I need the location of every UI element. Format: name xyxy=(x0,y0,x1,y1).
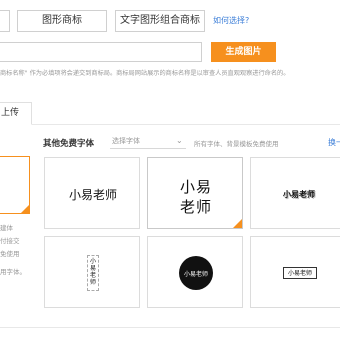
font-card[interactable]: 小易老师 xyxy=(44,157,140,229)
card-text: 小易老师 xyxy=(283,190,315,199)
change-batch-link[interactable]: 换一 xyxy=(328,137,340,148)
graphic-mark-button[interactable]: 图形商标 xyxy=(17,10,107,32)
mark-name-hint: 商标名称" 作为必填项将会递交到商标局。商标局网站展示的商标名称是以审查人员直观… xyxy=(0,70,290,77)
card-text: 小易老师 xyxy=(183,271,208,278)
font-card[interactable]: 小易老师 xyxy=(250,236,340,308)
selected-corner-icon xyxy=(233,219,242,228)
font-card[interactable]: 小易老师 xyxy=(44,236,140,308)
font-card[interactable]: 小易老师 xyxy=(147,236,243,308)
free-fonts-title: 其他免费字体 xyxy=(43,139,95,149)
side-note-1: 建体 xyxy=(0,224,13,232)
selected-preview-card[interactable] xyxy=(0,156,30,214)
selected-corner-icon xyxy=(21,205,29,213)
card-text-line2: 老师 xyxy=(179,198,212,216)
side-note-4: 用字体。 xyxy=(0,268,26,276)
mark-name-input[interactable] xyxy=(0,42,202,62)
tab-divider xyxy=(0,124,340,125)
font-select-placeholder: 选择字体 xyxy=(112,137,140,145)
generate-image-button[interactable]: 生成图片 xyxy=(211,42,276,62)
text-graphic-mark-button[interactable]: 文字图形组合商标 xyxy=(115,10,205,32)
tab-upload[interactable]: 上传 xyxy=(0,102,32,125)
card-text: 小易老师 xyxy=(287,270,312,277)
type-option-left-partial[interactable] xyxy=(0,10,10,32)
card-text: 小易老师 xyxy=(89,258,96,286)
font-card[interactable]: 小易老师 xyxy=(250,157,340,229)
chevron-down-icon: ⌄ xyxy=(176,136,183,145)
font-select[interactable]: 选择字体 ⌄ xyxy=(110,135,186,149)
side-note-2: 付接交 xyxy=(0,237,20,245)
free-fonts-note: 所有字体、背景模板免费使用 xyxy=(194,140,279,148)
bottom-divider xyxy=(0,327,340,328)
card-text-line1: 小易 xyxy=(179,178,212,196)
how-to-choose-link[interactable]: 如何选择? xyxy=(213,15,249,26)
font-card[interactable]: 小易 老师 xyxy=(147,157,243,229)
side-note-3: 免使用 xyxy=(0,250,20,258)
card-text: 小易老师 xyxy=(68,188,117,202)
